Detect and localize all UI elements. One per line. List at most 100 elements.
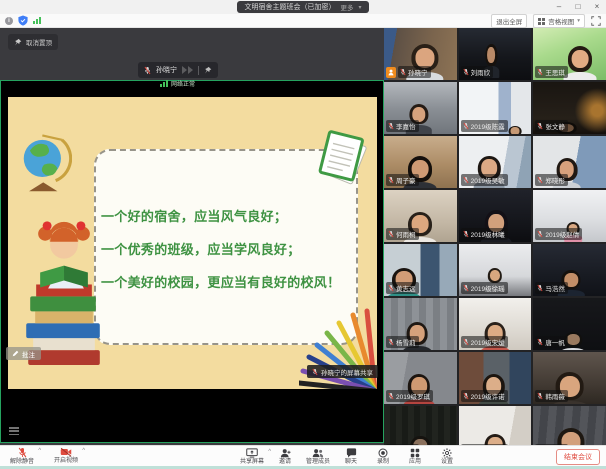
exit-fullscreen-button[interactable]: 退出全屏 [491, 14, 527, 28]
share-screen-button[interactable]: ^ 共享屏幕 [240, 448, 264, 465]
close-button[interactable]: × [592, 0, 602, 14]
chat-button[interactable]: 聊天 [340, 448, 362, 465]
chat-icon [346, 448, 357, 458]
start-video-button[interactable]: ^ 开启视频 [54, 447, 78, 465]
participant-name: 2019级许诺 [471, 391, 505, 401]
participant-name: 周子豪 [396, 175, 416, 185]
chevron-up-icon[interactable]: ^ [82, 448, 85, 454]
participant-tile[interactable]: 何雨桐 [384, 190, 457, 242]
participant-nameplate: 沈佳妮 [535, 444, 568, 445]
participant-tile[interactable]: 2019级赵倩 [533, 190, 606, 242]
participant-name: 刘雨欣 [471, 67, 491, 77]
participant-name: 2019级宋媛 [471, 337, 505, 347]
participant-tile[interactable]: 2019级许诺 [459, 352, 532, 404]
apps-button[interactable]: 应用 [404, 448, 426, 465]
unmute-button[interactable]: ^ 解除静音 [10, 447, 34, 465]
slide-text: 一个好的宿舍，应当风气良好； 一个优秀的班级，应当学风良好； 一个美好的校园，更… [101, 200, 340, 299]
fullscreen-expand-icon[interactable] [591, 16, 601, 26]
chevron-down-icon: ▾ [358, 4, 361, 11]
network-signal-icon[interactable] [33, 17, 41, 24]
host-badge [386, 67, 396, 78]
invite-button[interactable]: 邀请 [274, 448, 296, 465]
annotation-button[interactable]: 批注 [6, 347, 41, 360]
participant-tile[interactable]: 杨雪莉 [384, 298, 457, 350]
participant-tile[interactable]: 周子豪 [384, 136, 457, 188]
unpin-label: 取消置顶 [26, 37, 52, 47]
meeting-toolbar: ^ 解除静音 ^ 开启视频 ^ 共享屏 [0, 445, 606, 466]
mic-muted-icon [537, 392, 543, 400]
participant-name: 张文静 [545, 121, 565, 131]
participant-name: 2019级林曦 [471, 229, 505, 239]
participant-tile[interactable]: 2019级谢欣 [459, 406, 532, 445]
participant-tile[interactable]: 沈佳妮 [533, 406, 606, 445]
meeting-title: 文明宿舍主题班会（已加密） [244, 2, 335, 12]
participant-tile[interactable]: 韩雨薇 [533, 352, 606, 404]
participant-name: 郑晓彤 [545, 175, 565, 185]
window-controls: – □ × [554, 0, 602, 14]
active-speaker-name: 孙晓宁 [156, 65, 177, 75]
slide-line: 一个美好的校园，更应当有良好的校风！ [101, 266, 340, 299]
active-speaker-pill: 孙晓宁 [138, 62, 218, 78]
chevron-down-icon: ▾ [577, 18, 580, 24]
participant-tile[interactable]: 2019级吴敏 [459, 136, 532, 188]
participant-name: 何雨桐 [396, 229, 416, 239]
minimize-button[interactable]: – [554, 0, 564, 14]
camera-off-icon [60, 447, 72, 457]
meeting-info-icon[interactable]: i [5, 17, 13, 25]
participant-name: 杨雪莉 [396, 337, 416, 347]
more-button[interactable]: 更多 [340, 2, 353, 12]
participant-name: 2019级吴敏 [471, 175, 505, 185]
participant-name: 王思琪 [545, 67, 565, 77]
participant-tile[interactable]: 2019级宋媛 [459, 298, 532, 350]
slideshow-menu-icon[interactable] [9, 427, 19, 435]
slide-line: 一个优秀的班级，应当学风良好； [101, 233, 340, 266]
end-meeting-button[interactable]: 结束会议 [556, 449, 600, 465]
maximize-button[interactable]: □ [573, 0, 583, 14]
mic-muted-icon [388, 176, 394, 184]
gear-icon [442, 448, 452, 458]
chevron-up-icon[interactable]: ^ [268, 449, 271, 455]
participant-tile[interactable]: 黄志远 [384, 244, 457, 296]
chevron-up-icon[interactable]: ^ [38, 448, 41, 454]
app-logo-icon [182, 66, 193, 74]
meeting-info-bar: i 退出全屏 宫格视图 ▾ [0, 14, 606, 28]
manage-members-button[interactable]: 管理成员 [306, 448, 330, 465]
mic-muted-icon [537, 122, 543, 130]
mic-muted-icon [388, 392, 394, 400]
participant-tile[interactable]: 2019级罗琪 [384, 352, 457, 404]
record-button[interactable]: 录制 [372, 448, 394, 465]
participant-video [565, 46, 595, 80]
participant-nameplate: 黄志远 [386, 282, 419, 294]
participant-tile[interactable]: 王思琪 [533, 28, 606, 80]
participant-tile[interactable]: 2019级林曦 [459, 190, 532, 242]
participant-nameplate: 王思琪 [535, 66, 568, 78]
view-mode-button[interactable]: 宫格视图 ▾ [533, 14, 585, 28]
participant-tile[interactable]: 2019级陈露 [459, 82, 532, 134]
pin-icon[interactable] [204, 66, 212, 75]
participant-nameplate: 杨雪莉 [386, 336, 419, 348]
participant-nameplate: 周子豪 [386, 174, 419, 186]
participant-tile[interactable]: 马浩然 [533, 244, 606, 296]
participant-nameplate: 2019级罗琪 [386, 390, 433, 402]
participant-nameplate: 唐一帆 [535, 336, 568, 348]
participant-tile[interactable]: 2019级徐瑶 [459, 244, 532, 296]
participant-tile[interactable]: 刘雨欣 [459, 28, 532, 80]
unpin-button[interactable]: 取消置顶 [8, 34, 58, 50]
security-shield-icon[interactable] [18, 15, 28, 26]
share-source-label: 孙晓宁的屏幕共享 [321, 367, 373, 377]
participant-nameplate: 2019级陈露 [461, 120, 508, 132]
mic-muted-icon [537, 284, 543, 292]
meeting-title-pill[interactable]: 文明宿舍主题班会（已加密） 更多 ▾ [237, 1, 368, 13]
meeting-window: 文明宿舍主题班会（已加密） 更多 ▾ – □ × i 退出全屏 [0, 0, 606, 469]
settings-button[interactable]: 设置 [436, 448, 458, 465]
participant-tile[interactable]: 郑晓彤 [533, 136, 606, 188]
participant-tile[interactable]: 张文静 [533, 82, 606, 134]
participant-name: 马浩然 [545, 283, 565, 293]
participant-tile[interactable]: 高婷婷 [384, 406, 457, 445]
participant-tile[interactable]: 孙晓宁 [384, 28, 457, 80]
participant-video [554, 428, 588, 445]
participant-tile[interactable]: 唐一帆 [533, 298, 606, 350]
mic-muted-icon [463, 392, 469, 400]
participant-nameplate: 何雨桐 [386, 228, 419, 240]
participant-tile[interactable]: 李嘉怡 [384, 82, 457, 134]
